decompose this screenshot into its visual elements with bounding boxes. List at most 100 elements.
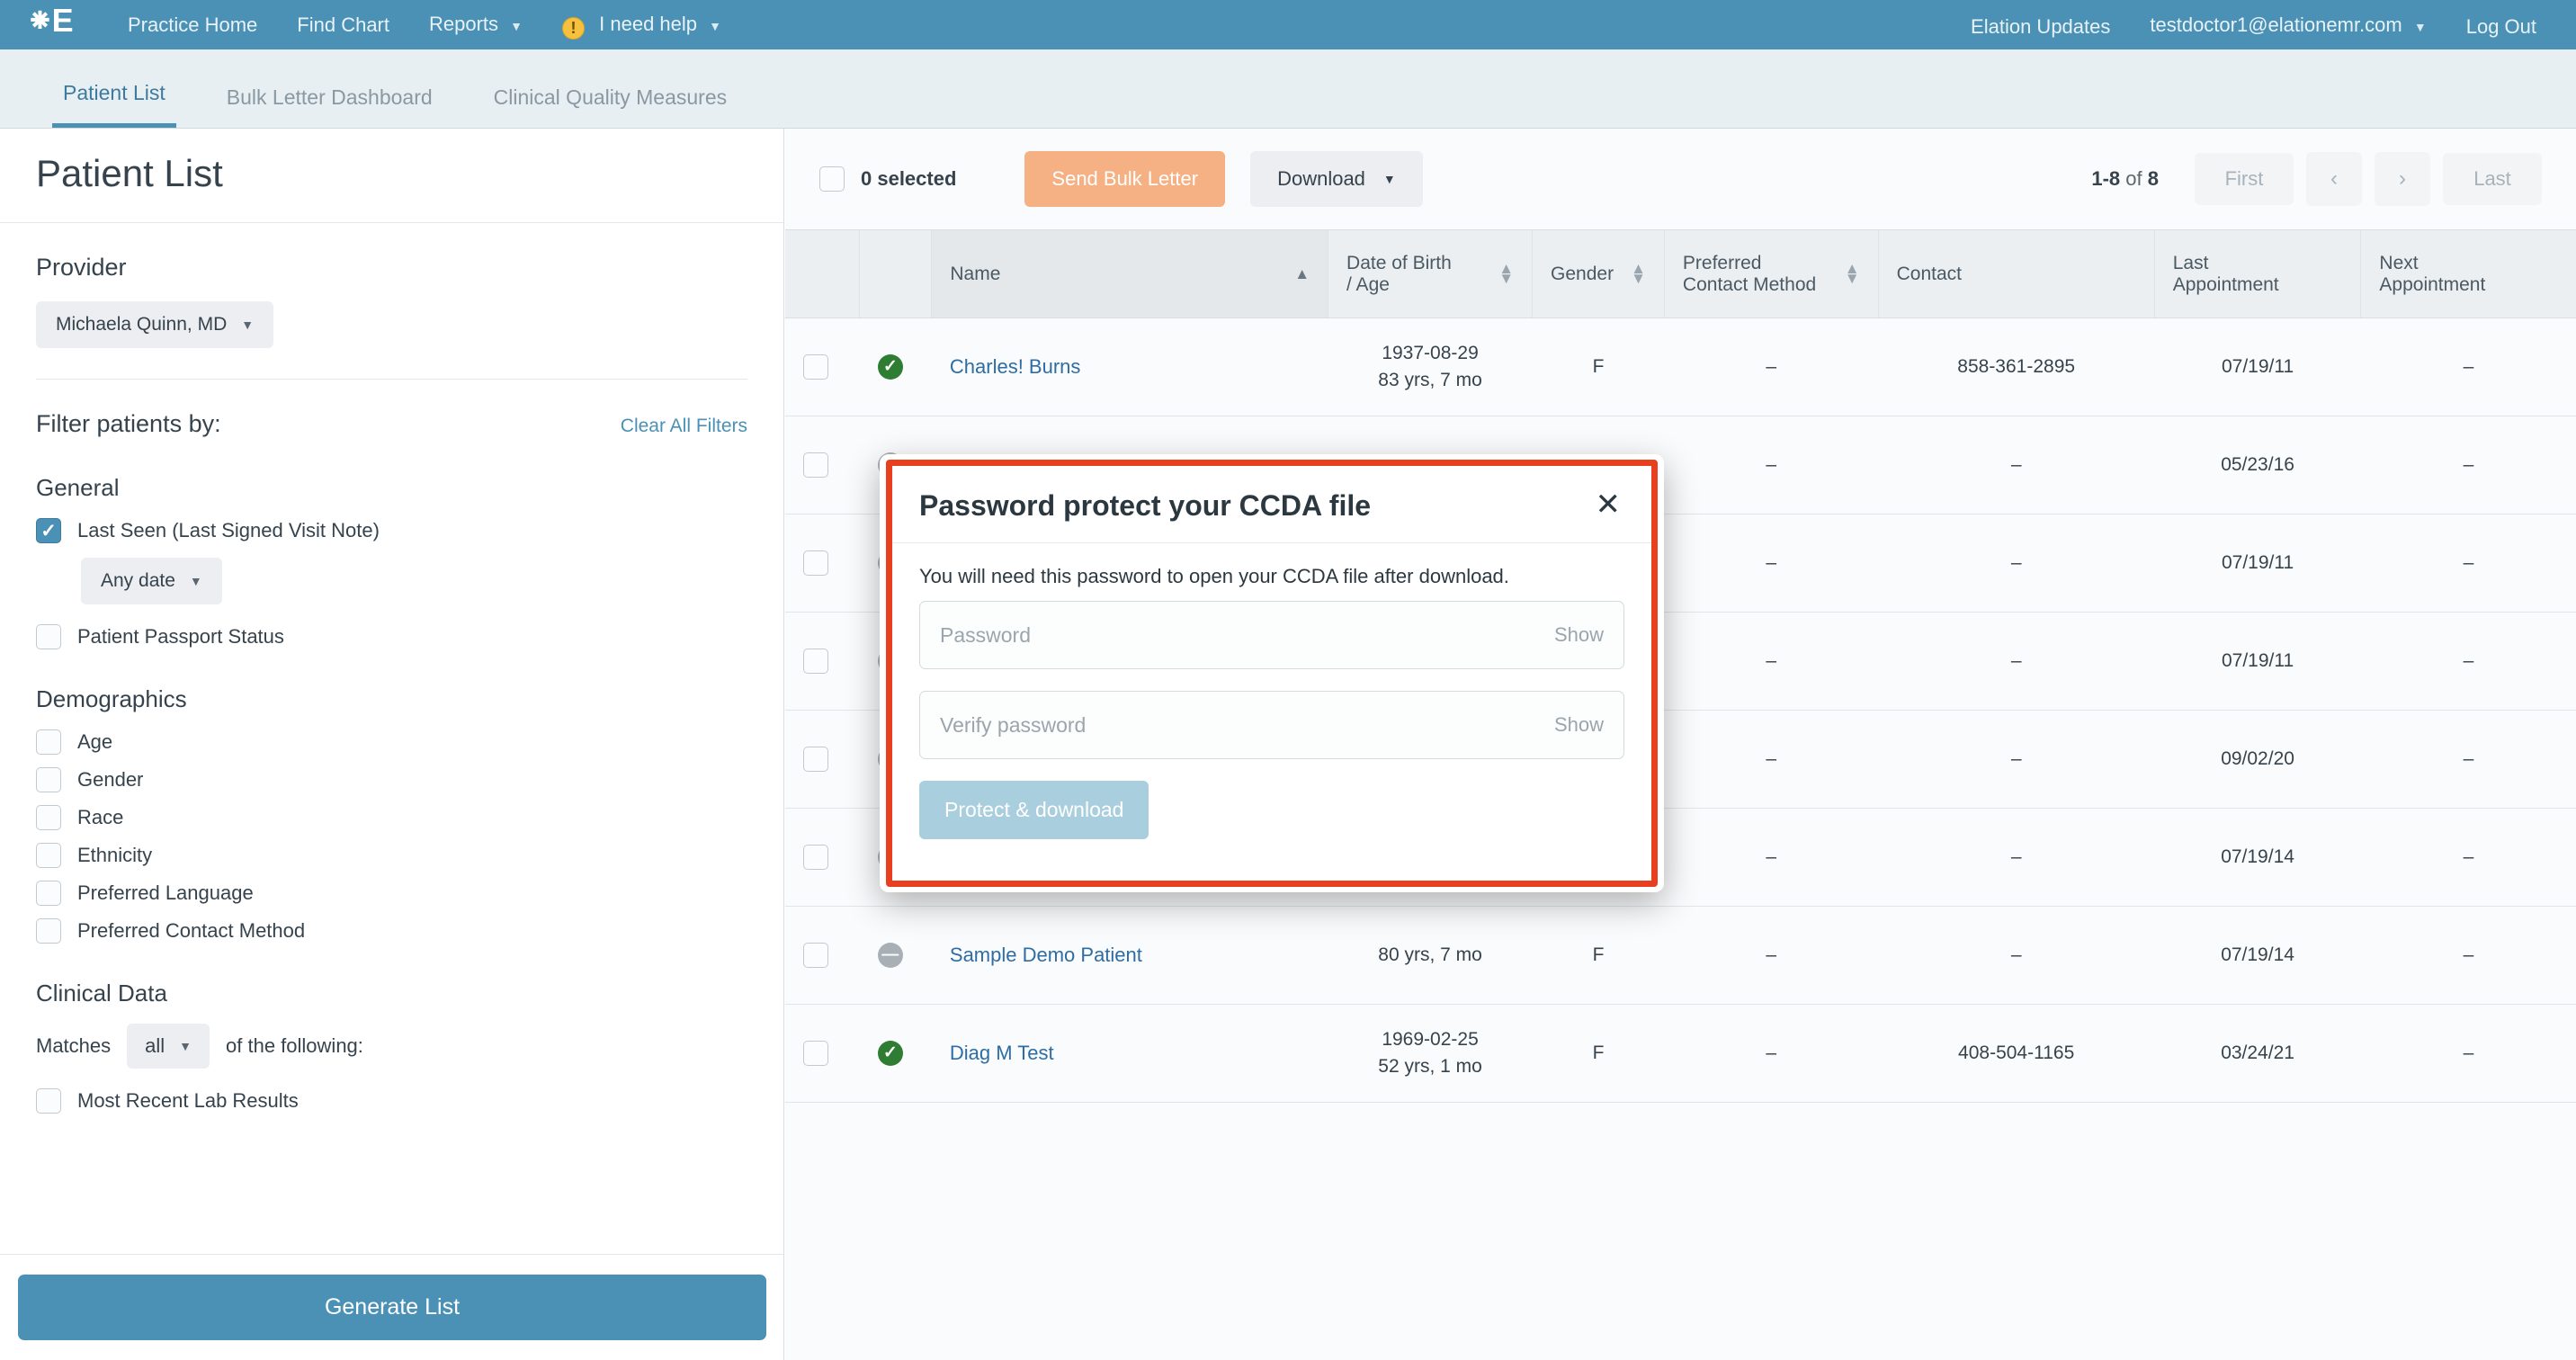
cell-name[interactable]: Charles! Burns	[932, 318, 1328, 416]
cell-last-appointment: 07/19/14	[2154, 907, 2361, 1005]
table-row[interactable]: ✓ Charles! Burns 1937-08-2983 yrs, 7 mo …	[785, 318, 2576, 416]
th-gender[interactable]: Gender ▲▼	[1533, 230, 1665, 318]
matches-dropdown[interactable]: all ▼	[127, 1024, 210, 1069]
filter-age[interactable]: Age	[36, 729, 747, 755]
cell-name[interactable]: Sample Demo Patient	[932, 907, 1328, 1005]
filter-gender[interactable]: Gender	[36, 767, 747, 792]
checkbox-age[interactable]	[36, 729, 61, 755]
filter-preferred-contact-method[interactable]: Preferred Contact Method	[36, 918, 747, 944]
checkbox-ethnicity[interactable]	[36, 843, 61, 868]
checkbox-select-all[interactable]	[819, 166, 845, 192]
verify-password-show-toggle[interactable]: Show	[1554, 713, 1604, 737]
checkbox-most-recent-lab-results[interactable]	[36, 1088, 61, 1114]
th-next-appointment[interactable]: NextAppointment	[2361, 230, 2576, 318]
patient-name-link[interactable]: Sample Demo Patient	[950, 944, 1142, 966]
checkbox-gender[interactable]	[36, 767, 61, 792]
checkbox-race[interactable]	[36, 805, 61, 830]
cell-next-appointment: –	[2361, 416, 2576, 514]
filter-race[interactable]: Race	[36, 805, 747, 830]
checkbox-row[interactable]	[803, 845, 828, 870]
filter-label: Race	[77, 806, 123, 829]
th-name[interactable]: Name ▲	[932, 230, 1328, 318]
filter-most-recent-lab-results[interactable]: Most Recent Lab Results	[36, 1088, 747, 1114]
checkbox-preferred-language[interactable]	[36, 881, 61, 906]
checkbox-row[interactable]	[803, 550, 828, 576]
nav-item-i-need-help[interactable]: ! I need help ▼	[542, 0, 741, 51]
download-button[interactable]: Download ▼	[1250, 151, 1423, 207]
nav-label: I need help	[599, 13, 697, 35]
password-show-toggle[interactable]: Show	[1554, 623, 1604, 647]
close-icon[interactable]: ✕	[1592, 489, 1625, 520]
patient-name-link[interactable]: Diag M Test	[950, 1042, 1054, 1064]
nav-item-account-email[interactable]: testdoctor1@elationemr.com ▼	[2130, 0, 2446, 52]
tab-bulk-letter-dashboard[interactable]: Bulk Letter Dashboard	[216, 85, 443, 128]
th-preferred-contact-method[interactable]: PreferredContact Method ▲▼	[1664, 230, 1878, 318]
th-label: LastAppointment	[2173, 253, 2279, 295]
checkbox-preferred-contact-method[interactable]	[36, 918, 61, 944]
nav-item-reports[interactable]: Reports ▼	[409, 0, 542, 51]
filter-label: Gender	[77, 768, 143, 792]
pagination-prev-button[interactable]: ‹	[2306, 152, 2362, 206]
cell-preferred-contact-method: –	[1664, 514, 1878, 613]
th-last-appointment[interactable]: LastAppointment	[2154, 230, 2361, 318]
cell-contact: 858-361-2895	[1878, 318, 2154, 416]
filter-last-seen[interactable]: Last Seen (Last Signed Visit Note)	[36, 518, 747, 543]
cell-checkbox[interactable]	[785, 318, 860, 416]
cell-status: —	[860, 907, 932, 1005]
cell-gender: F	[1533, 1005, 1665, 1103]
filter-ethnicity[interactable]: Ethnicity	[36, 843, 747, 868]
tab-patient-list[interactable]: Patient List	[52, 81, 176, 128]
generate-list-button[interactable]: Generate List	[18, 1275, 766, 1340]
nav-item-elation-updates[interactable]: Elation Updates	[1951, 2, 2130, 51]
send-bulk-letter-button[interactable]: Send Bulk Letter	[1024, 151, 1225, 207]
pagination-last-button[interactable]: Last	[2443, 153, 2542, 205]
download-button-label: Download	[1277, 167, 1365, 191]
provider-dropdown[interactable]: Michaela Quinn, MD ▼	[36, 301, 273, 348]
cell-checkbox[interactable]	[785, 613, 860, 711]
password-field-wrapper[interactable]: Show	[919, 601, 1624, 669]
checkbox-row[interactable]	[803, 649, 828, 674]
cell-checkbox[interactable]	[785, 711, 860, 809]
verify-password-field-wrapper[interactable]: Show	[919, 691, 1624, 759]
patient-name-link[interactable]: Charles! Burns	[950, 355, 1081, 378]
nav-item-log-out[interactable]: Log Out	[2446, 2, 2556, 51]
chevron-down-icon: ▼	[241, 318, 254, 332]
verify-password-input[interactable]	[940, 713, 1542, 738]
th-contact[interactable]: Contact	[1878, 230, 2154, 318]
table-row[interactable]: ✓ Diag M Test 1969-02-2552 yrs, 1 mo F –…	[785, 1005, 2576, 1103]
patient-table-header: Name ▲ Date of Birth/ Age ▲▼ Gender	[785, 230, 2576, 318]
tab-label: Bulk Letter Dashboard	[227, 85, 433, 109]
cell-last-appointment: 03/24/21	[2154, 1005, 2361, 1103]
cell-status: ✓	[860, 1005, 932, 1103]
filter-patient-passport-status[interactable]: Patient Passport Status	[36, 624, 747, 649]
password-input[interactable]	[940, 623, 1542, 648]
checkbox-last-seen[interactable]	[36, 518, 61, 543]
matches-dropdown-value: all	[145, 1034, 165, 1058]
protect-and-download-button[interactable]: Protect & download	[919, 781, 1149, 839]
nav-item-practice-home[interactable]: Practice Home	[108, 0, 277, 49]
pagination-next-button[interactable]: ›	[2375, 152, 2430, 206]
checkbox-row[interactable]	[803, 452, 828, 478]
cell-checkbox[interactable]	[785, 416, 860, 514]
checkbox-patient-passport-status[interactable]	[36, 624, 61, 649]
cell-name[interactable]: Diag M Test	[932, 1005, 1328, 1103]
cell-checkbox[interactable]	[785, 514, 860, 613]
status-inactive-icon: —	[878, 943, 903, 968]
table-row[interactable]: — Sample Demo Patient 80 yrs, 7 mo F – –…	[785, 907, 2576, 1005]
clear-all-filters-link[interactable]: Clear All Filters	[621, 416, 747, 437]
tab-clinical-quality-measures[interactable]: Clinical Quality Measures	[483, 85, 738, 128]
filter-preferred-language[interactable]: Preferred Language	[36, 881, 747, 906]
last-seen-date-dropdown[interactable]: Any date ▼	[81, 558, 222, 604]
cell-checkbox[interactable]	[785, 907, 860, 1005]
checkbox-row[interactable]	[803, 943, 828, 968]
cell-checkbox[interactable]	[785, 1005, 860, 1103]
pagination-first-button[interactable]: First	[2195, 153, 2294, 205]
cell-checkbox[interactable]	[785, 809, 860, 907]
th-date-of-birth-age[interactable]: Date of Birth/ Age ▲▼	[1328, 230, 1533, 318]
dob-value: 1969-02-25	[1382, 1029, 1478, 1050]
cell-last-appointment: 05/23/16	[2154, 416, 2361, 514]
checkbox-row[interactable]	[803, 747, 828, 772]
checkbox-row[interactable]	[803, 1041, 828, 1066]
nav-item-find-chart[interactable]: Find Chart	[277, 0, 409, 49]
checkbox-row[interactable]	[803, 354, 828, 380]
